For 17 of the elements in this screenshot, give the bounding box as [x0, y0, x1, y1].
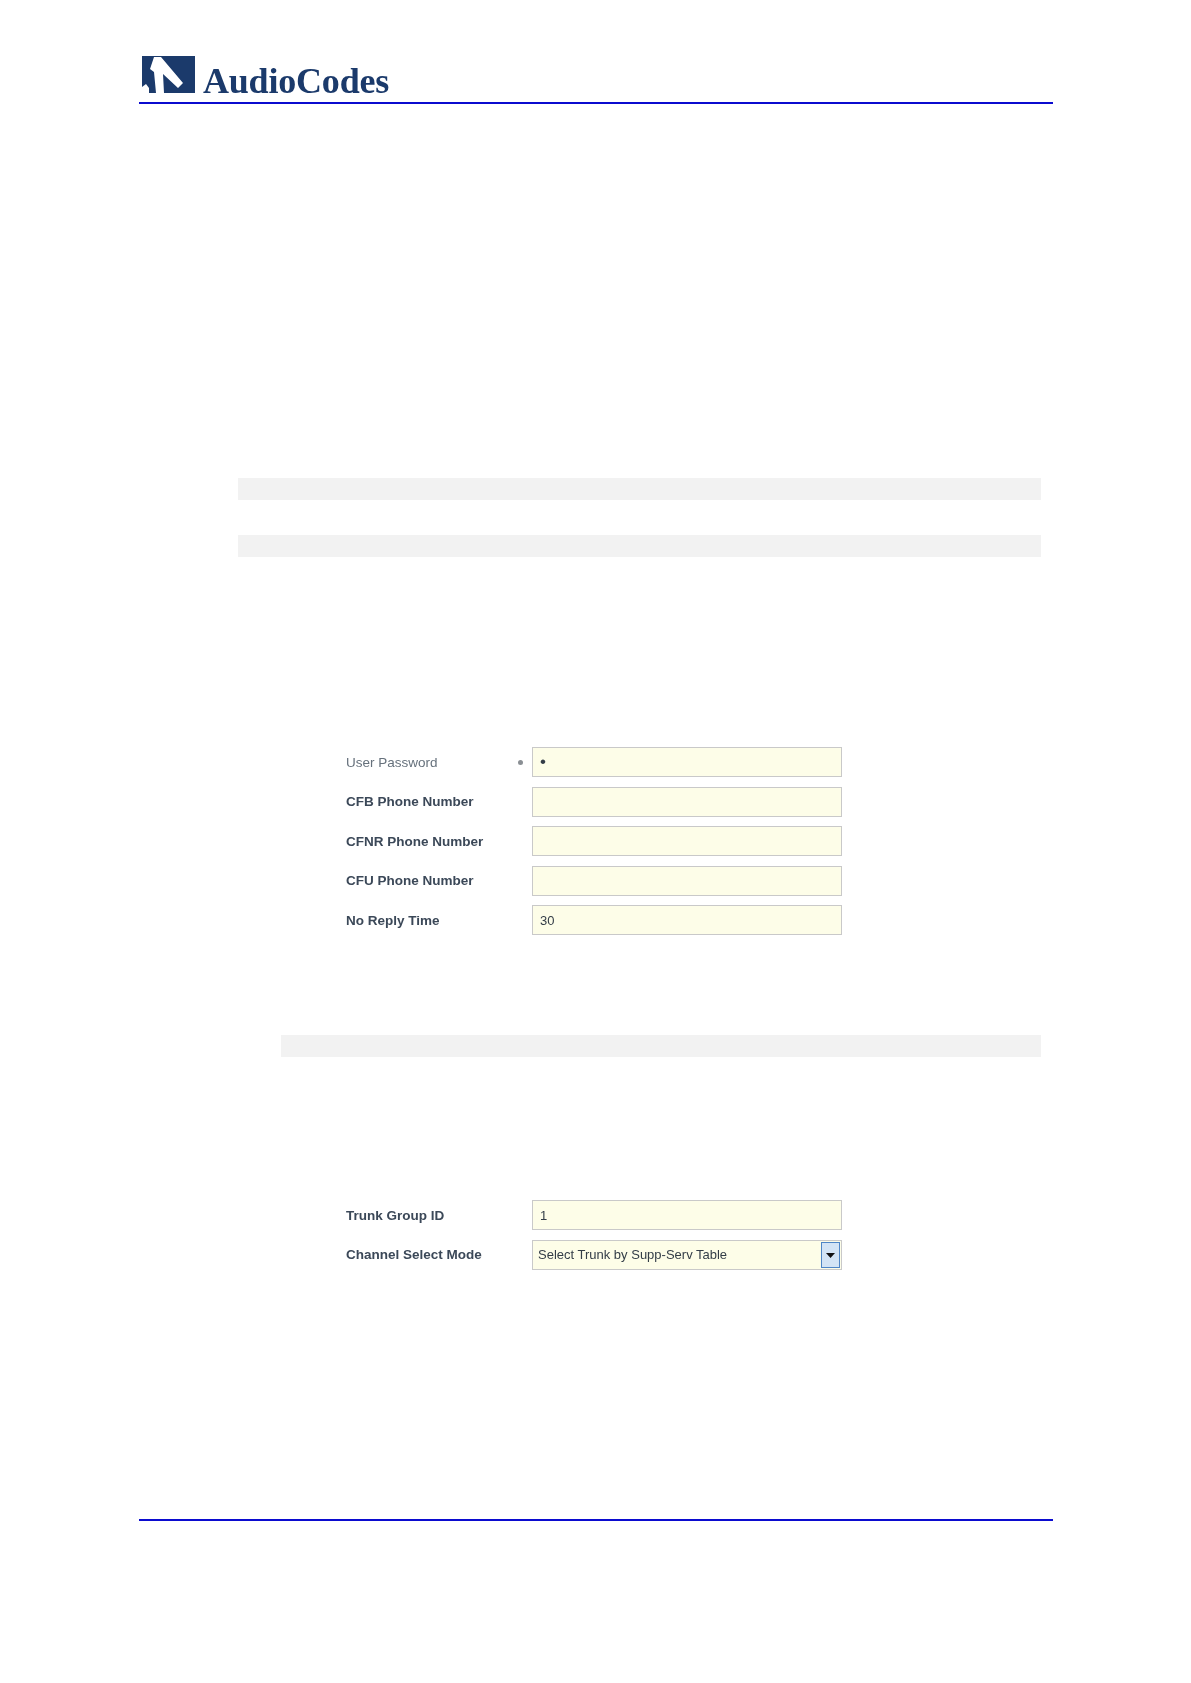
input-field[interactable]: 30	[532, 905, 842, 935]
select-dropdown[interactable]: Select Trunk by Supp-Serv Table	[532, 1239, 842, 1270]
input-field[interactable]	[532, 865, 842, 896]
input-field[interactable]: 1	[532, 1200, 842, 1230]
field-label: CFNR Phone Number	[346, 833, 484, 849]
logo-text: AudioCodes	[203, 63, 390, 99]
caret-icon[interactable]	[821, 1241, 840, 1268]
password-field[interactable]: •	[532, 747, 842, 777]
field-label: Trunk Group ID	[346, 1207, 445, 1223]
field-label: Channel Select Mode	[346, 1247, 482, 1262]
field-label: CFB Phone Number	[346, 794, 474, 809]
logo-icon	[142, 56, 195, 93]
input-field[interactable]	[532, 826, 842, 856]
input-field[interactable]	[532, 786, 842, 817]
field-label: User Password	[346, 754, 438, 770]
field-label: CFU Phone Number	[346, 873, 474, 888]
field-label: No Reply Time	[346, 912, 440, 928]
